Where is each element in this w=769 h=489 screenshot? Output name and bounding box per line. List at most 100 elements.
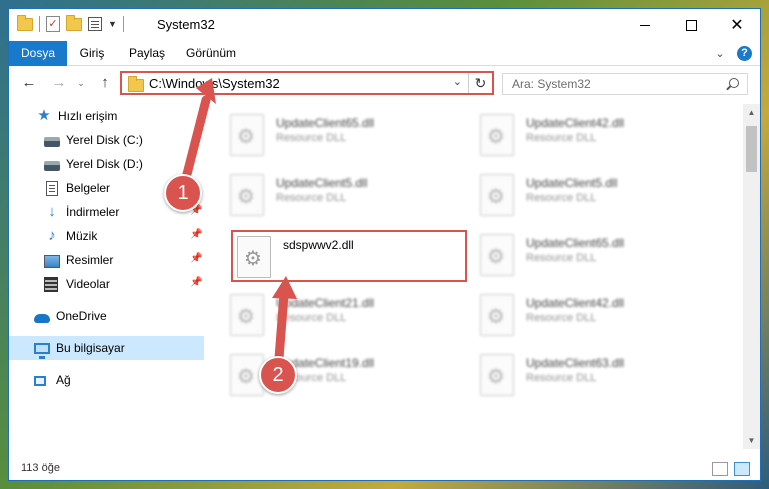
file-item[interactable]: UpdateClient42.dll Resource DLL xyxy=(476,110,712,162)
file-item[interactable]: UpdateClient65.dll Resource DLL xyxy=(226,110,462,162)
sidebar-item-label: İndirmeler xyxy=(66,205,120,219)
divider xyxy=(39,16,40,32)
file-item[interactable]: UpdateClient42.dll Resource DLL xyxy=(476,290,712,342)
quick-access-toolbar: ✓ ▼ xyxy=(17,14,124,32)
sidebar-item-label: Resimler xyxy=(66,253,114,267)
file-name: sdspwwv2.dll xyxy=(283,238,354,252)
sidebar-item-quick-access[interactable]: ★ Hızlı erişim xyxy=(9,104,204,128)
new-folder-icon[interactable] xyxy=(66,14,82,31)
sidebar-item-label: Belgeler xyxy=(66,181,111,195)
file-explorer-window: ✓ ▼ System32 ✕ Dosya Giriş Paylaş Görünü… xyxy=(8,8,761,481)
title-bar: ✓ ▼ System32 ✕ xyxy=(9,9,760,41)
sidebar-item-onedrive[interactable]: OneDrive xyxy=(9,304,204,328)
window-controls: ✕ xyxy=(622,9,760,41)
tab-home[interactable]: Giriş xyxy=(67,41,117,66)
file-name: UpdateClient63.dll xyxy=(526,356,625,370)
dll-file-icon xyxy=(480,294,514,336)
up-arrow-icon[interactable]: ↑ xyxy=(95,73,115,93)
file-name: UpdateClient5.dll xyxy=(526,176,618,190)
sidebar-item-label: OneDrive xyxy=(56,309,107,323)
sidebar-item-local-disk-d[interactable]: Yerel Disk (D:) xyxy=(9,152,204,176)
scroll-up-icon[interactable]: ▲ xyxy=(743,104,760,121)
file-item-sdspwwv2[interactable]: sdspwwv2.dll xyxy=(231,230,467,282)
file-item[interactable]: UpdateClient65.dll Resource DLL xyxy=(476,230,712,282)
dll-file-icon xyxy=(480,114,514,156)
tab-file[interactable]: Dosya xyxy=(9,41,67,66)
folder-icon xyxy=(17,14,33,31)
pin-icon[interactable]: 📌 xyxy=(190,230,202,240)
file-item[interactable]: UpdateClient5.dll Resource DLL xyxy=(476,170,712,222)
sidebar-item-pictures[interactable]: Resimler 📌 xyxy=(9,248,204,272)
dll-file-icon xyxy=(230,114,264,156)
dll-file-icon xyxy=(480,234,514,276)
refresh-icon[interactable]: ↻ xyxy=(468,73,492,93)
sidebar-item-label: Yerel Disk (C:) xyxy=(66,133,143,147)
dll-file-icon xyxy=(230,294,264,336)
sidebar-item-music[interactable]: ♪ Müzik 📌 xyxy=(9,224,204,248)
search-input[interactable]: Ara: System32 xyxy=(502,73,748,95)
scroll-down-icon[interactable]: ▼ xyxy=(743,432,760,449)
properties-icon[interactable] xyxy=(88,17,102,31)
file-name: UpdateClient21.dll xyxy=(276,296,375,310)
file-name: UpdateClient42.dll xyxy=(526,296,625,310)
onedrive-icon xyxy=(34,314,50,323)
sidebar-item-label: Ağ xyxy=(56,373,71,387)
tab-share[interactable]: Paylaş xyxy=(119,41,175,66)
sidebar-item-this-pc[interactable]: Bu bilgisayar xyxy=(9,336,204,360)
minimize-button[interactable] xyxy=(622,9,668,41)
address-dropdown-icon[interactable]: ⌄ xyxy=(453,75,462,88)
file-type: Resource DLL xyxy=(276,312,347,324)
navigation-pane: ★ Hızlı erişim Yerel Disk (C:) Yerel Dis… xyxy=(9,104,209,449)
back-arrow-icon[interactable]: ← xyxy=(19,73,39,93)
file-name: UpdateClient65.dll xyxy=(276,116,375,130)
sidebar-item-label: Bu bilgisayar xyxy=(56,341,125,355)
dll-file-icon xyxy=(237,236,271,278)
file-item[interactable]: UpdateClient63.dll Resource DLL xyxy=(476,350,712,402)
forward-arrow-icon[interactable]: → xyxy=(49,73,69,93)
sidebar-item-label: Müzik xyxy=(66,229,98,243)
sidebar-item-network[interactable]: Ağ xyxy=(9,368,204,392)
navigation-bar: ← → ⌄ ↑ C:\Windows\System32 ⌄ ↻ Ara: Sys… xyxy=(9,67,760,99)
large-icons-view-icon[interactable] xyxy=(734,462,750,476)
ribbon-right: ⌄ ? xyxy=(713,46,752,61)
file-item[interactable]: UpdateClient5.dll Resource DLL xyxy=(226,170,462,222)
file-name: UpdateClient5.dll xyxy=(276,176,368,190)
this-pc-icon xyxy=(34,343,50,359)
properties-check-icon[interactable]: ✓ xyxy=(46,16,60,32)
help-icon[interactable]: ? xyxy=(737,46,752,61)
window-title: System32 xyxy=(157,17,215,32)
file-type: Resource DLL xyxy=(526,372,597,384)
expand-ribbon-icon[interactable]: ⌄ xyxy=(713,47,727,61)
search-icon[interactable] xyxy=(729,78,739,88)
vertical-scrollbar[interactable]: ▲ ▼ xyxy=(743,104,760,449)
sidebar-item-videos[interactable]: Videolar 📌 xyxy=(9,272,204,296)
drive-icon xyxy=(44,160,60,171)
pin-icon[interactable]: 📌 xyxy=(190,254,202,264)
close-button[interactable]: ✕ xyxy=(714,9,760,41)
customize-toolbar-icon[interactable]: ▼ xyxy=(108,19,117,29)
ribbon-tabs: Dosya Giriş Paylaş Görünüm ⌄ ? xyxy=(9,41,760,66)
videos-icon xyxy=(44,276,58,292)
address-bar[interactable]: C:\Windows\System32 ⌄ ↻ xyxy=(120,71,494,95)
sidebar-item-local-disk-c[interactable]: Yerel Disk (C:) xyxy=(9,128,204,152)
file-item[interactable]: UpdateClient21.dll Resource DLL xyxy=(226,290,462,342)
sidebar-item-label: Videolar xyxy=(66,277,110,291)
file-type: Resource DLL xyxy=(276,192,347,204)
recent-locations-icon[interactable]: ⌄ xyxy=(71,73,91,93)
dll-file-icon xyxy=(480,174,514,216)
scrollbar-thumb[interactable] xyxy=(746,126,757,172)
sidebar-item-label: Hızlı erişim xyxy=(58,109,118,123)
file-type: Resource DLL xyxy=(526,312,597,324)
search-placeholder[interactable]: Ara: System32 xyxy=(512,77,591,91)
pictures-icon xyxy=(44,254,60,268)
pin-icon[interactable]: 📌 xyxy=(190,278,202,288)
address-path[interactable]: C:\Windows\System32 xyxy=(149,76,280,91)
details-view-icon[interactable] xyxy=(712,462,728,476)
view-switcher xyxy=(712,462,750,476)
sidebar-item-label: Yerel Disk (D:) xyxy=(66,157,143,171)
dll-file-icon xyxy=(480,354,514,396)
maximize-button[interactable] xyxy=(668,9,714,41)
step-badge-1: 1 xyxy=(164,174,202,212)
tab-view[interactable]: Görünüm xyxy=(179,41,243,66)
network-icon xyxy=(34,376,46,386)
